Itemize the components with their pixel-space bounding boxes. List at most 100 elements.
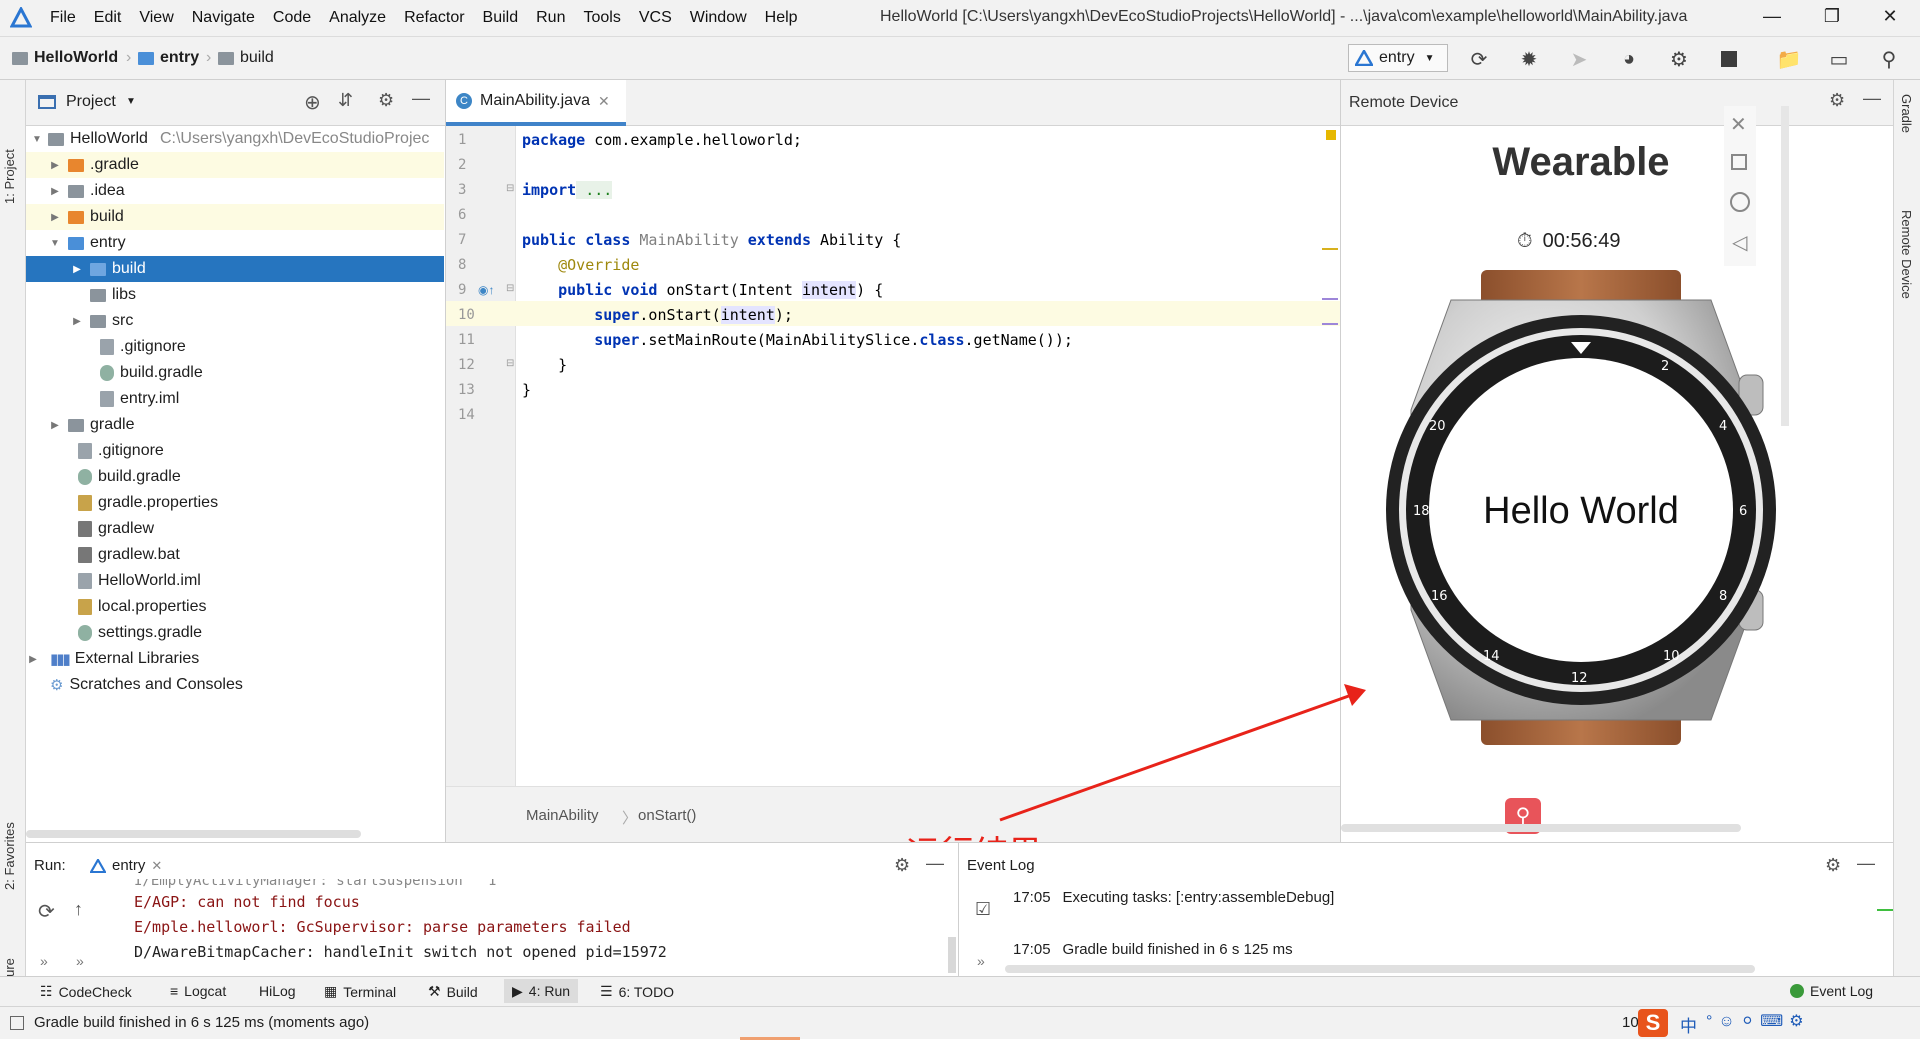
tree-item-gradle-properties[interactable]: gradle.properties — [26, 490, 444, 516]
attach-debugger-icon[interactable]: ➤ — [1566, 46, 1592, 72]
tree-item-idea[interactable]: ▶ .idea — [26, 178, 444, 204]
collapse-all-icon[interactable]: ⇵ — [338, 90, 353, 111]
tab-mainability-java[interactable]: C MainAbility.java ✕ — [446, 80, 626, 126]
minimize-icon[interactable]: — — [1760, 6, 1784, 30]
tree-item-gradlew-bat[interactable]: gradlew.bat — [26, 542, 444, 568]
gear-icon[interactable]: ⚙ — [1829, 90, 1845, 111]
profiler-icon[interactable]: ◕ — [1616, 46, 1642, 72]
menu-view[interactable]: View — [139, 9, 173, 27]
horizontal-scrollbar[interactable] — [1005, 965, 1755, 973]
menu-edit[interactable]: Edit — [94, 9, 122, 27]
tab-todo[interactable]: ☰ 6: TODO — [600, 983, 674, 1000]
menu-build[interactable]: Build — [483, 9, 519, 27]
horizontal-scrollbar[interactable] — [1341, 824, 1741, 832]
menu-file[interactable]: File — [50, 9, 76, 27]
tree-item-gitignore-entry[interactable]: .gitignore — [26, 334, 444, 360]
screenshot-icon[interactable] — [1731, 154, 1747, 170]
rerun-icon[interactable]: ⟳ — [1466, 46, 1492, 72]
ime-mode[interactable]: 中 — [1680, 1012, 1697, 1037]
device-manager-icon[interactable]: ▭ — [1826, 46, 1852, 72]
breadcrumb-method[interactable]: onStart() — [638, 807, 696, 824]
locate-target-icon[interactable]: ⊕ — [304, 90, 321, 115]
project-structure-icon[interactable]: 📁 — [1776, 46, 1802, 72]
tree-item-entry-iml[interactable]: entry.iml — [26, 386, 444, 412]
hide-panel-icon[interactable]: — — [1857, 853, 1875, 874]
expand-more-icon[interactable]: » — [40, 953, 48, 969]
tree-item-entry[interactable]: ▼ entry — [26, 230, 444, 256]
tab-event-log[interactable]: Event Log — [1790, 983, 1873, 999]
menu-navigate[interactable]: Navigate — [192, 9, 255, 27]
tree-item-gradlew[interactable]: gradlew — [26, 516, 444, 542]
restore-icon[interactable]: ❐ — [1820, 6, 1844, 30]
tree-item-scratches[interactable]: ⚙ Scratches and Consoles — [26, 672, 444, 698]
project-panel-title[interactable]: Project — [66, 93, 116, 111]
hide-panel-icon[interactable]: — — [926, 853, 944, 874]
menu-help[interactable]: Help — [765, 9, 798, 27]
close-tab-icon[interactable]: ✕ — [598, 93, 610, 110]
tree-item-build-gradle-entry[interactable]: build.gradle — [26, 360, 444, 386]
tab-terminal[interactable]: ▦ Terminal — [324, 983, 396, 1000]
menu-analyze[interactable]: Analyze — [329, 9, 386, 27]
tab-logcat[interactable]: ≡ Logcat — [170, 983, 226, 999]
tab-run[interactable]: ▶ 4: Run — [504, 979, 579, 1003]
breadcrumb-project[interactable]: HelloWorld — [12, 49, 118, 67]
tab-codecheck[interactable]: ☷ CodeCheck — [40, 983, 132, 1000]
expand-more-icon[interactable]: » — [977, 953, 985, 969]
toggle-tool-windows-icon[interactable] — [10, 1016, 24, 1030]
tab-hilog[interactable]: HiLog — [259, 983, 296, 999]
run-config-select[interactable]: entry ▼ — [1348, 44, 1448, 72]
tree-item-entry-build-selected[interactable]: ▶ build — [26, 256, 444, 282]
tab-build[interactable]: ⚒ Build — [428, 983, 478, 1000]
ime-toolbar-icons[interactable]: °☺⚪⌨⚙ — [1706, 1011, 1810, 1031]
vertical-scrollbar[interactable] — [948, 937, 956, 973]
run-console-output[interactable]: I/EmptyActivityManager: startSuspension … — [62, 879, 964, 975]
fold-icon[interactable]: ⊟ — [506, 183, 514, 194]
favorites-tool-tab[interactable]: 2: Favorites — [2, 740, 17, 890]
hide-panel-icon[interactable]: — — [412, 88, 430, 109]
gear-icon[interactable]: ⚙ — [378, 90, 394, 111]
tree-item-libs[interactable]: libs — [26, 282, 444, 308]
remote-device-tool-tab[interactable]: Remote Device — [1899, 210, 1914, 390]
stop-icon[interactable] — [1716, 46, 1742, 72]
fold-icon[interactable]: ⊟ — [506, 283, 514, 294]
tree-root-helloworld[interactable]: ▼ HelloWorld C:\Users\yangxh\DevEcoStudi… — [26, 126, 444, 152]
tree-item-gradle-folder[interactable]: ▶ gradle — [26, 412, 444, 438]
breadcrumb-build[interactable]: build — [218, 49, 274, 67]
menu-run[interactable]: Run — [536, 9, 565, 27]
menu-code[interactable]: Code — [273, 9, 311, 27]
hide-panel-icon[interactable]: — — [1863, 88, 1881, 109]
tree-item-local-properties[interactable]: local.properties — [26, 594, 444, 620]
back-triangle-icon[interactable]: ◁ — [1732, 230, 1747, 255]
tree-item-build-gradle-root[interactable]: build.gradle — [26, 464, 444, 490]
close-window-icon[interactable]: ✕ — [1878, 6, 1902, 30]
search-icon[interactable]: ⚲ — [1876, 46, 1902, 72]
menu-tools[interactable]: Tools — [583, 9, 620, 27]
debug-bug-icon[interactable]: ✹ — [1516, 46, 1542, 72]
tree-item-helloworld-iml[interactable]: HelloWorld.iml — [26, 568, 444, 594]
chevron-down-icon[interactable]: ▼ — [126, 96, 136, 107]
ime-logo-icon[interactable]: S — [1638, 1009, 1668, 1037]
rerun-icon[interactable]: ⟳ — [38, 899, 55, 924]
menu-vcs[interactable]: VCS — [639, 9, 672, 27]
gear-icon[interactable]: ⚙ — [894, 855, 910, 876]
gear-icon[interactable]: ⚙ — [1825, 855, 1841, 876]
close-tab-icon[interactable]: ✕ — [151, 858, 162, 874]
gradle-tool-tab[interactable]: Gradle — [1899, 94, 1914, 174]
breadcrumb-entry[interactable]: entry — [138, 49, 199, 67]
project-tool-tab[interactable]: 1: Project — [2, 94, 17, 204]
tree-item-build-root[interactable]: ▶ build — [26, 204, 444, 230]
tree-item-gradle-dir[interactable]: ▶ .gradle — [26, 152, 444, 178]
sync-gradle-icon[interactable]: ⚙ — [1666, 46, 1692, 72]
override-method-icon[interactable]: ◉↑ — [478, 283, 494, 297]
run-tab-entry[interactable]: entry ✕ — [90, 857, 162, 874]
tree-item-settings-gradle[interactable]: settings.gradle — [26, 620, 444, 646]
close-device-icon[interactable]: ✕ — [1730, 112, 1747, 137]
horizontal-scrollbar[interactable] — [26, 830, 361, 838]
home-circle-icon[interactable] — [1730, 192, 1750, 212]
tree-item-gitignore-root[interactable]: .gitignore — [26, 438, 444, 464]
caret-position[interactable]: 10 — [1622, 1014, 1639, 1031]
breadcrumb-class[interactable]: MainAbility — [526, 807, 599, 824]
inspection-status-icon[interactable] — [1326, 130, 1336, 140]
tree-item-src[interactable]: ▶ src — [26, 308, 444, 334]
menu-refactor[interactable]: Refactor — [404, 9, 464, 27]
